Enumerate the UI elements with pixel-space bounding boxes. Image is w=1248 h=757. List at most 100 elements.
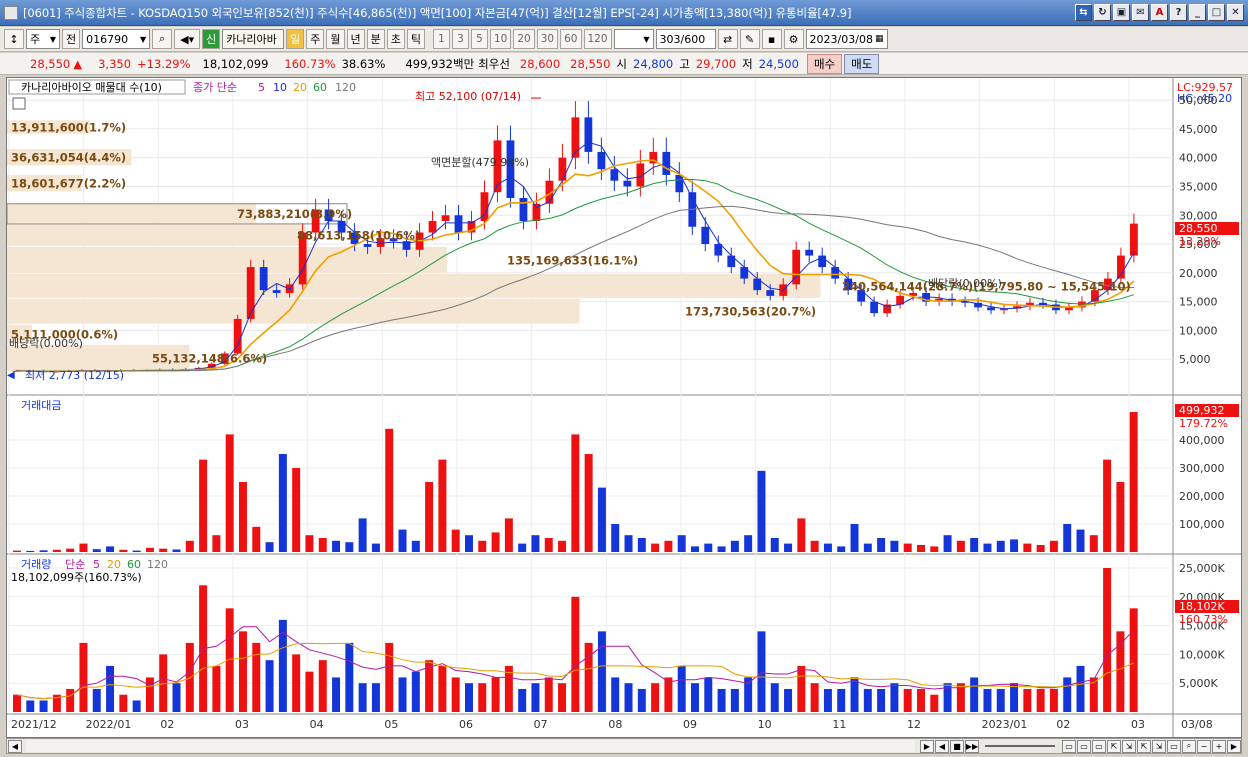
- minimize-button[interactable]: _: [1189, 4, 1206, 21]
- mail-icon[interactable]: ✉: [1132, 4, 1149, 21]
- amount-bar: [677, 535, 686, 552]
- help-icon[interactable]: ?: [1170, 4, 1187, 21]
- save-screen-icon[interactable]: ▣: [1113, 4, 1130, 21]
- volume-current-pct: 160.73%: [1179, 613, 1228, 626]
- x-axis-label: 03: [1131, 718, 1145, 731]
- zoom-in-icon[interactable]: +: [1212, 739, 1226, 753]
- interval-3[interactable]: 3: [452, 29, 469, 49]
- disk-icon[interactable]: ▪: [761, 29, 782, 49]
- amount-bar: [451, 529, 460, 552]
- refresh-icon[interactable]: ↻: [1094, 4, 1111, 21]
- close-button[interactable]: ✕: [1227, 4, 1244, 21]
- tool-icon-3[interactable]: ▭: [1092, 739, 1106, 753]
- amount-bar: [558, 540, 567, 552]
- amount-bar: [571, 434, 580, 552]
- calendar-icon[interactable]: [12, 97, 26, 110]
- volume-bar: [172, 683, 181, 712]
- period-day-tab[interactable]: 일: [286, 29, 305, 49]
- volume-bar: [837, 688, 846, 712]
- chart-area[interactable]: 50,000 45,000 40,000 35,000 30,000 25,000 20,0…: [6, 77, 1242, 738]
- candle-body: [259, 267, 268, 291]
- tool-icon-4[interactable]: ⇱: [1107, 739, 1121, 753]
- interval-10[interactable]: 10: [490, 29, 512, 49]
- sell-button[interactable]: 매도: [844, 53, 880, 74]
- speaker-icon[interactable]: ◀▾: [174, 29, 201, 49]
- interval-120[interactable]: 120: [583, 29, 612, 49]
- tool-icon-1[interactable]: ▭: [1062, 739, 1076, 753]
- tool-icon-5[interactable]: ⇲: [1122, 739, 1136, 753]
- period-minute-tab[interactable]: 분: [366, 29, 385, 49]
- volume-bar: [92, 688, 101, 712]
- pin-icon[interactable]: ↕: [4, 29, 24, 49]
- amount-bar: [1023, 543, 1032, 552]
- price-change: 3,350: [98, 56, 132, 71]
- maximize-button[interactable]: □: [1208, 4, 1225, 21]
- amount-bar: [398, 529, 407, 552]
- play-icon[interactable]: ▶: [920, 739, 934, 753]
- search-icon[interactable]: ⌕: [152, 29, 173, 49]
- x-axis-label: 08: [608, 718, 622, 731]
- jeon-button[interactable]: 전: [62, 29, 81, 49]
- turnover-rate: 38.63%: [341, 56, 386, 71]
- volume-tick-label: 10,000K: [1179, 648, 1225, 661]
- price-tick-label: 5,000: [1179, 353, 1211, 366]
- volume-bar: [611, 677, 620, 712]
- amount-bar: [106, 546, 115, 552]
- font-icon[interactable]: A: [1151, 4, 1168, 21]
- prev-icon[interactable]: ◀: [935, 739, 949, 753]
- interval-30[interactable]: 30: [536, 29, 559, 49]
- forward-icon[interactable]: ▶▶: [965, 739, 979, 753]
- period-second-tab[interactable]: 초: [386, 29, 405, 49]
- amount-bar: [491, 532, 500, 552]
- zoom-out-icon[interactable]: −: [1197, 739, 1211, 753]
- volume-bar: [385, 642, 394, 712]
- volume-bar: [265, 660, 274, 712]
- zoom-slider[interactable]: [985, 745, 1055, 747]
- scroll-right-icon[interactable]: ▶: [1227, 739, 1241, 753]
- interval-1[interactable]: 1: [433, 29, 450, 49]
- period-month-tab[interactable]: 월: [326, 29, 345, 49]
- scroll-track[interactable]: [26, 740, 915, 752]
- amount-bar: [544, 538, 553, 552]
- price-tick-label: 45,000: [1179, 123, 1218, 136]
- market-select[interactable]: 주 ▼: [26, 29, 60, 49]
- market-label: 주: [30, 33, 41, 46]
- settings-icon[interactable]: ⚙: [783, 29, 804, 49]
- stock-code-input[interactable]: 016790 ▼: [82, 29, 151, 49]
- scroll-bar[interactable]: ◀ ▶ ◀ ■ ▶▶ ▭ ▭ ▭ ⇱ ⇲ ⇱ ⇲ ▭ ⌕ − + ▶: [6, 738, 1242, 754]
- period-year-tab[interactable]: 년: [346, 29, 365, 49]
- volume-bar: [438, 665, 447, 712]
- amount-bar: [1076, 529, 1085, 552]
- amount-bar: [92, 549, 101, 552]
- link-icon[interactable]: ⇆: [1075, 4, 1092, 21]
- period-week-tab[interactable]: 주: [306, 29, 325, 49]
- interval-20[interactable]: 20: [513, 29, 535, 49]
- amount-bar: [877, 538, 886, 552]
- current-price: 28,550: [30, 56, 71, 71]
- scroll-left-icon[interactable]: ◀: [8, 739, 22, 753]
- tool-icon-7[interactable]: ⇲: [1152, 739, 1166, 753]
- zoom-icon[interactable]: ⌕: [1182, 739, 1196, 753]
- stop-icon[interactable]: ■: [950, 739, 964, 753]
- interval-5[interactable]: 5: [471, 29, 488, 49]
- period-tick-tab[interactable]: 틱: [406, 29, 425, 49]
- tool-icon-8[interactable]: ▭: [1167, 739, 1181, 753]
- x-axis-label: 05: [384, 718, 398, 731]
- volume-bar: [996, 688, 1005, 712]
- tool-icon-2[interactable]: ▭: [1077, 739, 1091, 753]
- bar-count-input[interactable]: 303/600: [655, 29, 716, 49]
- arrows-icon[interactable]: ⇄: [717, 29, 738, 49]
- amount-bar: [850, 524, 859, 552]
- custom-interval-input[interactable]: ▼: [613, 29, 654, 49]
- volume-profile-label: 18,601,677(2.2%): [11, 177, 126, 191]
- amount-bar: [637, 538, 646, 552]
- tool-icon-6[interactable]: ⇱: [1137, 739, 1151, 753]
- date-input[interactable]: 2023/03/08 ▦: [805, 29, 888, 49]
- volume-bar: [332, 677, 341, 712]
- volume-bar: [239, 631, 247, 712]
- amount-bar: [890, 540, 899, 552]
- stock-chart-svg[interactable]: 50,00045,00040,00035,00030,00025,00020,0…: [6, 78, 1241, 737]
- interval-60[interactable]: 60: [560, 29, 582, 49]
- buy-button[interactable]: 매수: [806, 53, 843, 74]
- chart-tool-icon[interactable]: ✎: [739, 29, 760, 49]
